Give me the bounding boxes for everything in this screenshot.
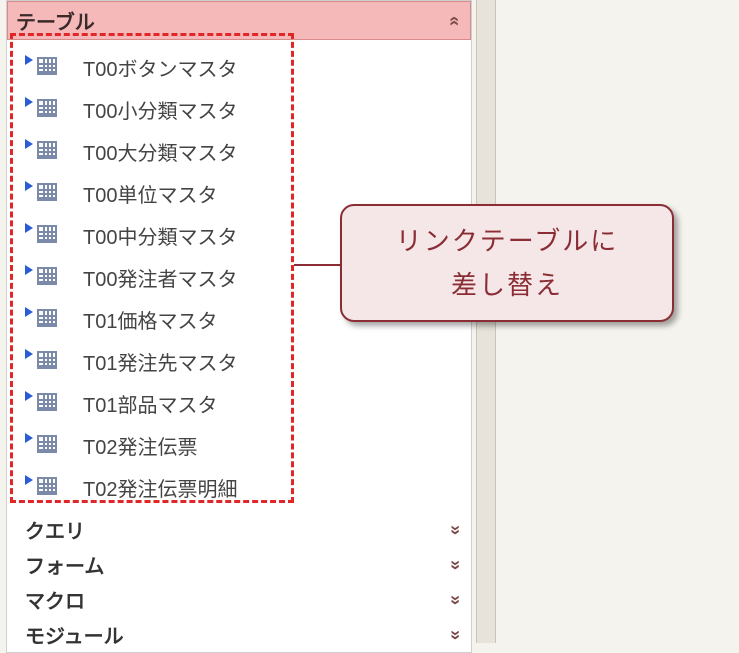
table-label: T00大分類マスタ [83, 137, 237, 166]
section-header-forms[interactable]: フォーム » [7, 547, 471, 582]
table-row[interactable]: T00ボタンマスタ [7, 46, 471, 88]
section-header-modules[interactable]: モジュール » [7, 617, 471, 652]
linked-table-icon [25, 307, 59, 331]
chevron-expand-icon: » [447, 594, 465, 604]
annotation-callout: リンクテーブルに 差し替え [340, 204, 674, 322]
linked-table-icon [25, 475, 59, 499]
section-title-macros: マクロ [25, 585, 85, 614]
table-label: T01価格マスタ [83, 305, 217, 334]
section-title-modules: モジュール [25, 620, 124, 649]
linked-table-icon [25, 349, 59, 373]
linked-table-icon [25, 265, 59, 289]
chevron-collapse-icon: « [446, 15, 464, 25]
callout-line1: リンクテーブルに [396, 219, 618, 263]
table-label: T00ボタンマスタ [83, 53, 237, 82]
table-label: T02発注伝票 [83, 431, 197, 460]
table-row[interactable]: T01発注先マスタ [7, 340, 471, 382]
table-row[interactable]: T00大分類マスタ [7, 130, 471, 172]
table-row[interactable]: T00小分類マスタ [7, 88, 471, 130]
table-row[interactable]: T02発注伝票明細 [7, 466, 471, 508]
section-title-forms: フォーム [25, 550, 104, 579]
section-title-tables: テーブル [16, 6, 95, 35]
chevron-expand-icon: » [447, 629, 465, 639]
linked-table-icon [25, 433, 59, 457]
navigation-panel: テーブル « T00ボタンマスタ T00小分類マスタ T00大分類マスタ T00… [6, 0, 472, 653]
table-label: T00中分類マスタ [83, 221, 237, 250]
section-header-tables[interactable]: テーブル « [7, 1, 471, 40]
linked-table-icon [25, 97, 59, 121]
callout-connector-line [294, 264, 340, 266]
section-header-macros[interactable]: マクロ » [7, 582, 471, 617]
table-row[interactable]: T01部品マスタ [7, 382, 471, 424]
table-label: T02発注伝票明細 [83, 473, 237, 502]
callout-line2: 差し替え [451, 263, 563, 307]
table-label: T01発注先マスタ [83, 347, 237, 376]
table-row[interactable]: T02発注伝票 [7, 424, 471, 466]
table-label: T00単位マスタ [83, 179, 217, 208]
table-label: T01部品マスタ [83, 389, 217, 418]
linked-table-icon [25, 391, 59, 415]
chevron-expand-icon: » [447, 524, 465, 534]
chevron-expand-icon: » [447, 559, 465, 569]
linked-table-icon [25, 55, 59, 79]
linked-table-icon [25, 139, 59, 163]
linked-table-icon [25, 181, 59, 205]
section-title-queries: クエリ [25, 515, 85, 544]
linked-table-icon [25, 223, 59, 247]
table-label: T00小分類マスタ [83, 95, 237, 124]
table-label: T00発注者マスタ [83, 263, 237, 292]
section-header-queries[interactable]: クエリ » [7, 512, 471, 547]
